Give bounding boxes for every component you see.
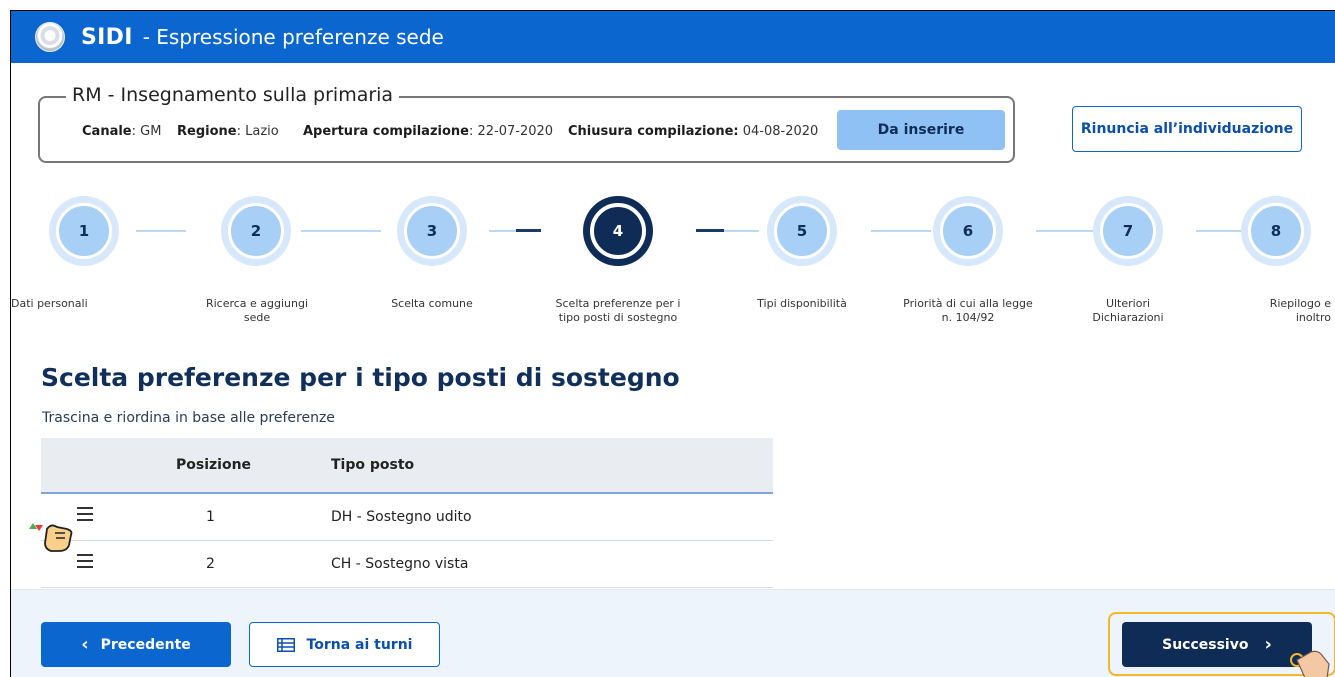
step-connector: [871, 230, 931, 232]
previous-button[interactable]: ‹ Precedente: [41, 622, 231, 667]
drag-handle-icon[interactable]: [77, 507, 93, 521]
chiusura-info: Chiusura compilazione: 04-08-2020: [568, 124, 819, 139]
section-hint: Trascina e riordina in base alle prefere…: [42, 410, 335, 426]
procedure-info-box: RM - Insegnamento sulla primaria Canale:…: [38, 84, 1015, 163]
preferences-table: Posizione Tipo posto 1 DH - Sostegno udi…: [41, 438, 773, 588]
cell-tipo-posto: DH - Sostegno udito: [331, 509, 472, 525]
chevron-right-icon: ›: [1264, 633, 1272, 655]
step-connector: [696, 229, 724, 232]
rinuncia-button[interactable]: Rinuncia all’individuazione: [1072, 106, 1302, 152]
step-2[interactable]: 2: [221, 196, 291, 266]
step-label-3: Scelta comune: [391, 297, 473, 310]
step-6[interactable]: 6: [933, 196, 1003, 266]
column-header-tipo-posto: Tipo posto: [331, 457, 415, 473]
step-connector: [1036, 230, 1094, 232]
step-label-6: Priorità di cui alla legge n. 104/92: [903, 297, 1033, 324]
table-row[interactable]: 2 CH - Sostegno vista: [41, 541, 773, 588]
step-label-8: Riepilogo e inoltro: [1269, 297, 1331, 324]
chevron-left-icon: ‹: [81, 633, 89, 655]
apertura-info: Apertura compilazione: 22-07-2020: [303, 124, 554, 139]
footer-bar: ‹ Precedente Torna ai turni Successivo ›: [11, 589, 1335, 677]
click-hand-cursor-icon: [1290, 650, 1330, 677]
app-name: SIDI: [81, 24, 133, 50]
top-header: SIDI - Espressione preferenze sede: [11, 11, 1335, 63]
regione-info: Regione: Lazio: [177, 124, 279, 139]
step-connector: [516, 229, 541, 232]
step-4-current[interactable]: 4: [583, 196, 653, 266]
step-label-5: Tipi disponibilità: [757, 297, 847, 310]
step-label-1: Dati personali: [11, 297, 88, 310]
cell-posizione: 1: [206, 509, 215, 525]
drag-handle-icon[interactable]: [77, 554, 93, 568]
step-connector: [489, 230, 519, 232]
column-header-posizione: Posizione: [176, 457, 252, 473]
step-5[interactable]: 5: [767, 196, 837, 266]
step-label-7: Ulteriori Dichiarazioni: [1092, 297, 1164, 324]
cell-tipo-posto: CH - Sostegno vista: [331, 556, 469, 572]
procedure-title: RM - Insegnamento sulla primaria: [66, 84, 400, 106]
status-badge: Da inserire: [837, 110, 1005, 150]
step-connector: [724, 230, 759, 232]
step-1[interactable]: 1: [49, 196, 119, 266]
step-7[interactable]: 7: [1093, 196, 1163, 266]
canale-info: Canale: GM: [82, 124, 162, 139]
step-label-4: Scelta preferenze per i tipo posti di so…: [555, 297, 681, 324]
step-8[interactable]: 8: [1241, 196, 1311, 266]
table-row[interactable]: 1 DH - Sostegno udito: [41, 494, 773, 541]
list-icon: [276, 637, 295, 652]
progress-stepper: 1 2 3 4 5 6 7 8 Dati personali Ricerca e…: [11, 193, 1335, 333]
drag-hand-cursor-icon: [29, 523, 73, 552]
step-connector: [301, 230, 381, 232]
cell-posizione: 2: [206, 556, 215, 572]
step-label-2: Ricerca e aggiungi sede: [205, 297, 309, 324]
step-connector: [136, 230, 186, 232]
app-frame: SIDI - Espressione preferenze sede RM - …: [10, 10, 1335, 677]
page-name: - Espressione preferenze sede: [142, 25, 444, 49]
torna-ai-turni-button[interactable]: Torna ai turni: [249, 622, 440, 667]
section-title: Scelta preferenze per i tipo posti di so…: [41, 363, 680, 392]
republic-emblem-icon: [35, 22, 65, 52]
step-3[interactable]: 3: [397, 196, 467, 266]
table-header: Posizione Tipo posto: [41, 438, 773, 494]
